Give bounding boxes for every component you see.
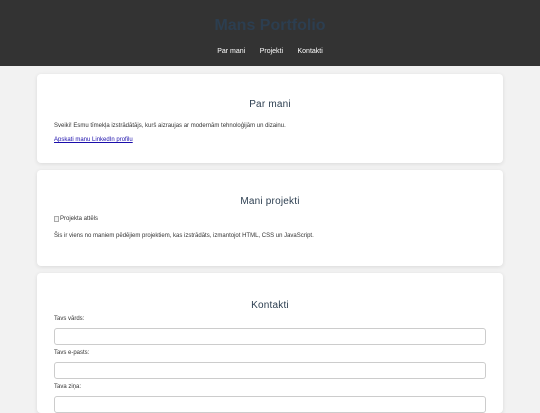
broken-image-icon: [54, 216, 59, 222]
contact-section: Kontakti Tavs vārds: Tavs e-pasts: Tava …: [37, 273, 503, 413]
about-heading: Par mani: [249, 99, 291, 110]
site-title: Mans Portfolio: [214, 17, 326, 34]
projects-heading: Mani projekti: [240, 196, 300, 207]
nav-link-contact[interactable]: Kontakti: [297, 48, 322, 55]
name-field[interactable]: [54, 328, 486, 345]
main-nav: Par mani Projekti Kontakti: [0, 40, 540, 58]
projects-section: Mani projekti Projekta attēls Šis ir vie…: [37, 170, 503, 266]
contact-heading: Kontakti: [251, 300, 289, 311]
linkedin-paragraph: Apskati manu LinkedIn profilu: [54, 136, 486, 144]
about-bio: Sveiki! Esmu tīmekļa izstrādātājs, kurš …: [54, 123, 286, 129]
message-label: Tava ziņa:: [54, 384, 82, 390]
site-header: Mans Portfolio Par mani Projekti Kontakt…: [0, 0, 540, 66]
main-content: Par mani Sveiki! Esmu tīmekļa izstrādātā…: [0, 66, 540, 413]
project-image-alt: Projekta attēls: [60, 216, 99, 222]
contact-form: Tavs vārds: Tavs e-pasts: Tava ziņa:: [54, 315, 486, 413]
nav-link-projects[interactable]: Projekti: [260, 48, 283, 55]
about-section: Par mani Sveiki! Esmu tīmekļa izstrādātā…: [37, 74, 503, 163]
name-label: Tavs vārds:: [54, 316, 85, 322]
nav-link-about[interactable]: Par mani: [217, 48, 245, 55]
email-label: Tavs e-pasts:: [54, 350, 90, 356]
email-field[interactable]: [54, 362, 486, 379]
project-image: Projekta attēls: [54, 215, 486, 223]
linkedin-link[interactable]: Apskati manu LinkedIn profilu: [54, 137, 133, 143]
project-description: Šis ir viens no maniem pēdējiem projekti…: [54, 233, 314, 239]
